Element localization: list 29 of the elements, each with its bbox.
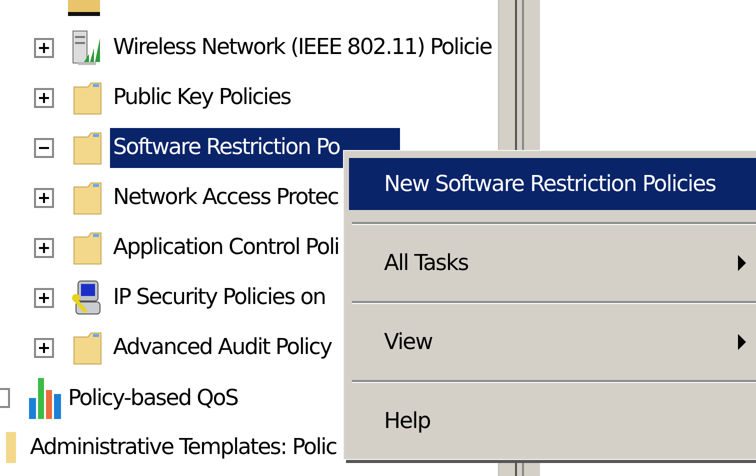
expander-toggle[interactable] [34,188,54,208]
expander-toggle[interactable] [34,238,54,258]
tree-item[interactable]: Network Access Protec [110,178,342,218]
menu-item[interactable]: Help [349,395,756,447]
expander-toggle[interactable] [34,338,54,358]
folder-icon [73,181,103,215]
menu-item[interactable]: New Software Restriction Policies [349,158,756,210]
folder-icon [6,430,16,464]
tree-item[interactable]: Administrative Templates: Polic [30,430,336,464]
tree-item[interactable]: Advanced Audit Policy [110,328,334,368]
menu-item[interactable]: All Tasks [349,237,756,289]
bar-chart-icon [28,376,62,420]
menu-item[interactable]: View [349,316,756,368]
expander-toggle[interactable] [34,38,54,58]
tree-item[interactable]: Software Restriction Po [110,128,400,168]
tree-item[interactable]: Policy-based QoS [68,382,238,414]
expander-toggle[interactable] [0,388,10,408]
folder-icon [73,331,103,365]
folder-icon [73,131,103,165]
expander-toggle[interactable] [34,138,54,158]
folder-icon [73,231,103,265]
tree-item[interactable]: Wireless Network (IEEE 802.11) Policie [110,28,495,68]
folder-icon [73,81,103,115]
tree-item[interactable]: Public Key Policies [110,78,294,118]
tree-item[interactable]: IP Security Policies on [110,278,328,318]
folder-icon [68,0,100,16]
expander-toggle[interactable] [34,288,54,308]
tree-item[interactable]: Application Control Poli [110,228,342,268]
expander-toggle[interactable] [34,88,54,108]
